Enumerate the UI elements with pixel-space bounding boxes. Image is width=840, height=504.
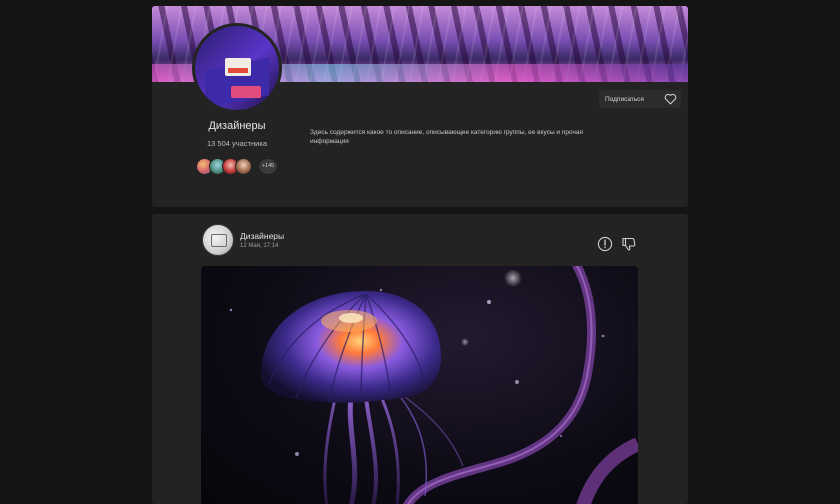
report-icon[interactable] [597,236,613,252]
subscribe-button[interactable]: Подписаться [599,90,681,108]
post-date: 12 Мая, 17:14 [240,243,279,249]
group-name: Дизайнеры [208,120,266,132]
subscribe-label: Подписаться [605,95,644,103]
dislike-icon[interactable] [621,236,637,252]
post-author-name[interactable]: Дизайнеры [240,231,284,241]
jellyfish-illustration [229,266,638,504]
post-image[interactable] [201,266,638,504]
member-avatar[interactable] [235,158,252,175]
post-card: Дизайнеры 12 Мая, 17:14 [152,214,688,504]
post-author-avatar[interactable] [202,224,234,256]
extra-members-badge[interactable]: +145 [258,158,278,175]
group-description: Здесь содержится какое то описание, опис… [310,129,583,145]
group-card: Дизайнеры 13 504 участника +145 Здесь со… [152,6,688,207]
group-avatar[interactable] [192,23,282,113]
members-count[interactable]: 13 504 участника [182,139,292,148]
heart-icon[interactable] [664,93,677,105]
